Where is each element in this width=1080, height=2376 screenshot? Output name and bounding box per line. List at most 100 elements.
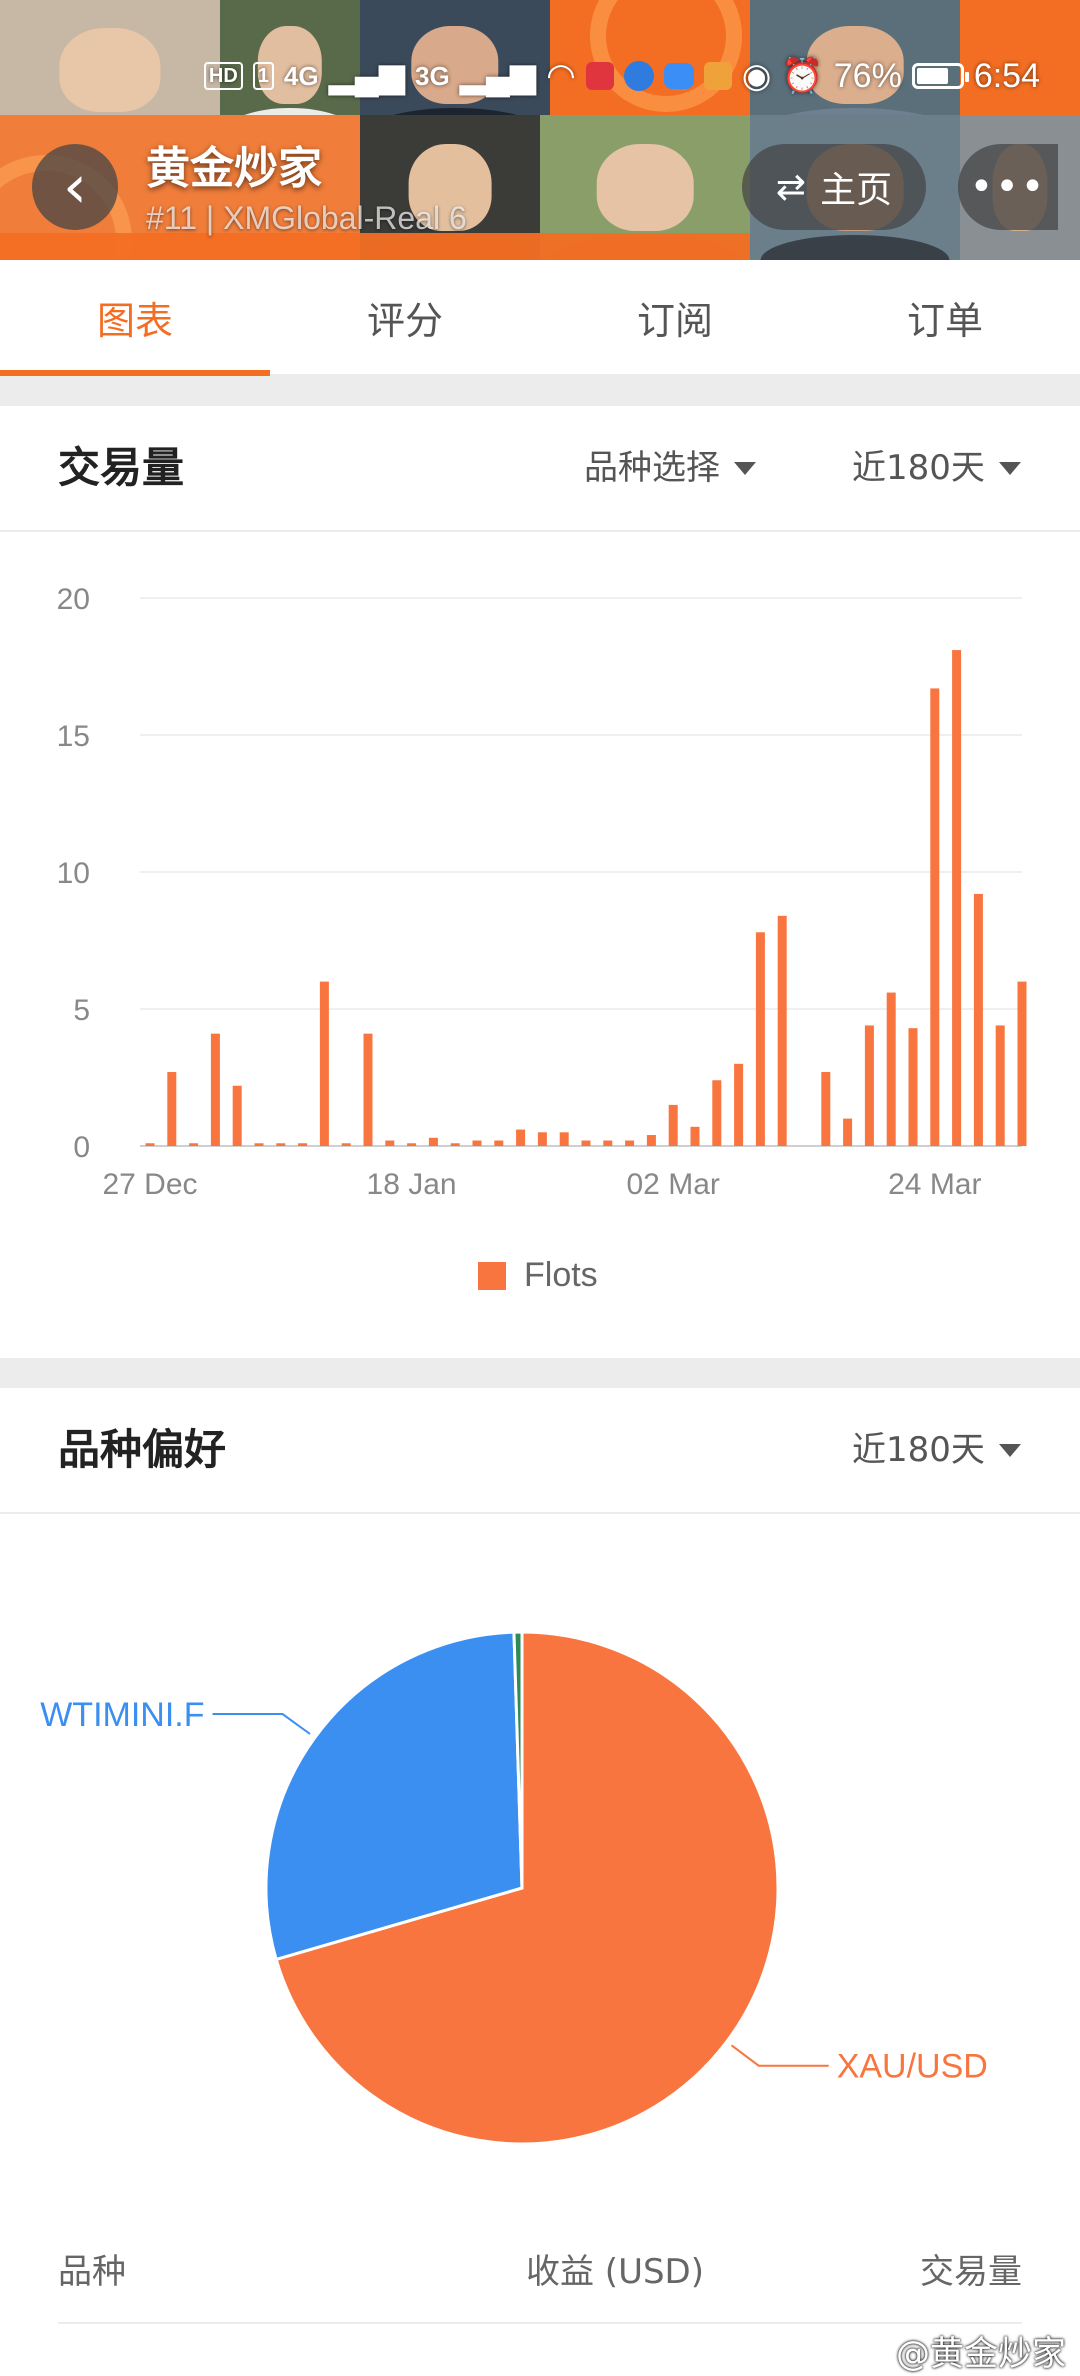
status-bar: HD 1 4G ▂▄▆ 3G ▂▄▆ ◠ ◉ ⏰ 76% 6:54	[203, 52, 1040, 100]
volume-period-dropdown[interactable]: 近180天	[852, 406, 1021, 530]
volume-bar	[864, 1025, 874, 1146]
back-button[interactable]: ‹	[32, 144, 118, 230]
volume-bar	[363, 1033, 373, 1146]
pie-label: WTIMINI.F	[40, 1696, 204, 1734]
trader-header: HD 1 4G ▂▄▆ 3G ▂▄▆ ◠ ◉ ⏰ 76% 6:54 ‹ 黄金炒家…	[0, 0, 1080, 260]
volume-bar	[1017, 981, 1027, 1146]
orange-band	[0, 233, 750, 260]
watermark: @黄金炒家	[896, 2334, 1066, 2374]
x-tick-label: 18 Jan	[367, 1168, 457, 1201]
wifi-icon: ◠	[546, 57, 576, 95]
battery-icon	[911, 63, 969, 89]
chart-legend[interactable]: Flots	[478, 1256, 598, 1295]
chevron-left-icon: ‹	[63, 152, 87, 222]
volume-bar	[712, 1080, 722, 1146]
volume-bar	[625, 1140, 635, 1146]
volume-bar	[995, 1025, 1005, 1146]
eye-icon: ◉	[741, 57, 772, 95]
trader-account: #11 | XMGlobal-Real 6	[146, 200, 467, 236]
hd-badge: HD	[203, 62, 243, 90]
volume-bar	[472, 1140, 482, 1146]
volume-bar	[668, 1104, 678, 1146]
symbol-filter-dropdown[interactable]: 品种选择	[584, 406, 756, 530]
volume-bar	[559, 1132, 569, 1146]
volume-bar	[777, 915, 787, 1146]
volume-bar	[952, 650, 962, 1146]
col-volume: 交易量	[920, 2252, 1022, 2292]
tab-rating[interactable]: 评分	[270, 260, 540, 374]
pie-label: XAU/USD	[837, 2048, 988, 2086]
y-tick-label: 5	[73, 994, 90, 1027]
alarm-icon: ⏰	[781, 57, 824, 95]
signal-3g-icon: 3G	[414, 60, 450, 91]
y-tick-label: 10	[57, 857, 90, 890]
signal-bars-icon: ▂▄▆	[328, 57, 405, 95]
swap-arrows-icon: ⇄	[775, 166, 807, 208]
preference-period-dropdown[interactable]: 近180天	[852, 1388, 1021, 1512]
volume-period-label: 近180天	[852, 448, 985, 488]
cloud-app-icon	[663, 63, 694, 89]
volume-bar	[973, 893, 983, 1146]
section-divider	[0, 376, 1080, 406]
volume-section-header: 交易量 品种选择 近180天	[0, 406, 1080, 532]
volume-bar	[843, 1118, 853, 1146]
volume-bar	[319, 981, 329, 1146]
volume-bar	[646, 1135, 656, 1146]
tab-bar: 图表 评分 订阅 订单	[0, 260, 1080, 376]
tab-orders[interactable]: 订单	[810, 260, 1080, 374]
y-tick-label: 0	[73, 1131, 90, 1164]
volume-bar	[755, 932, 765, 1146]
volume-bar	[581, 1140, 591, 1146]
trader-name: 黄金炒家	[146, 143, 322, 194]
volume-bar	[232, 1085, 242, 1146]
more-button[interactable]: •••	[958, 144, 1058, 230]
volume-bar	[254, 1143, 264, 1146]
y-tick-label: 15	[57, 720, 90, 753]
sim-badge: 1	[252, 62, 274, 90]
preference-period-label: 近180天	[852, 1430, 985, 1470]
volume-bar	[450, 1143, 460, 1146]
volume-bar	[428, 1137, 438, 1146]
volume-bar-chart: 0 5 10 15 20 27 Dec 18 Jan 02 Mar 24 Mar	[57, 583, 1027, 1201]
signal-4g-icon: 4G	[283, 60, 319, 91]
volume-bar	[690, 1126, 700, 1146]
volume-bar	[407, 1143, 417, 1146]
symbol-filter-label: 品种选择	[584, 448, 720, 488]
more-dots-icon: •••	[969, 164, 1047, 210]
globe-app-icon	[623, 61, 654, 91]
volume-bar	[734, 1063, 744, 1146]
volume-chart: 0 5 10 15 20 27 Dec 18 Jan 02 Mar 24 Mar	[0, 532, 1080, 1352]
caret-down-icon	[734, 461, 756, 475]
volume-bar	[886, 992, 896, 1146]
caret-down-icon	[998, 461, 1021, 475]
volume-bar	[167, 1072, 177, 1146]
preference-title: 品种偏好	[58, 1425, 227, 1474]
battery-fill	[916, 68, 949, 84]
caret-down-icon	[998, 1443, 1021, 1457]
tab-subscribe[interactable]: 订阅	[540, 260, 810, 374]
preference-section-header: 品种偏好 近180天	[0, 1388, 1080, 1514]
battery-percent: 76%	[833, 56, 902, 95]
volume-bar	[537, 1132, 547, 1146]
volume-bar	[930, 688, 940, 1146]
volume-bar	[908, 1028, 918, 1146]
pie-leader-line	[730, 2044, 829, 2067]
col-symbol: 品种	[58, 2252, 126, 2292]
volume-bar	[298, 1143, 308, 1146]
x-tick-label: 02 Mar	[627, 1168, 720, 1201]
volume-bar	[341, 1143, 351, 1146]
section-divider	[0, 1358, 1080, 1388]
home-button[interactable]: ⇄ 主页	[742, 144, 926, 230]
volume-bar	[821, 1072, 831, 1146]
volume-bar	[494, 1140, 504, 1146]
y-tick-label: 20	[57, 583, 90, 616]
volume-bar	[385, 1140, 395, 1146]
signal-bars-icon: ▂▄▆	[459, 57, 537, 95]
tab-chart[interactable]: 图表	[0, 260, 270, 376]
volume-bar	[189, 1143, 199, 1146]
col-profit: 收益 (USD)	[526, 2252, 704, 2292]
volume-title: 交易量	[58, 443, 185, 492]
volume-bar	[516, 1129, 526, 1146]
volume-bar	[145, 1143, 155, 1146]
preference-pie-chart: XAU/USD WTIMINI.F	[0, 1512, 1080, 2192]
